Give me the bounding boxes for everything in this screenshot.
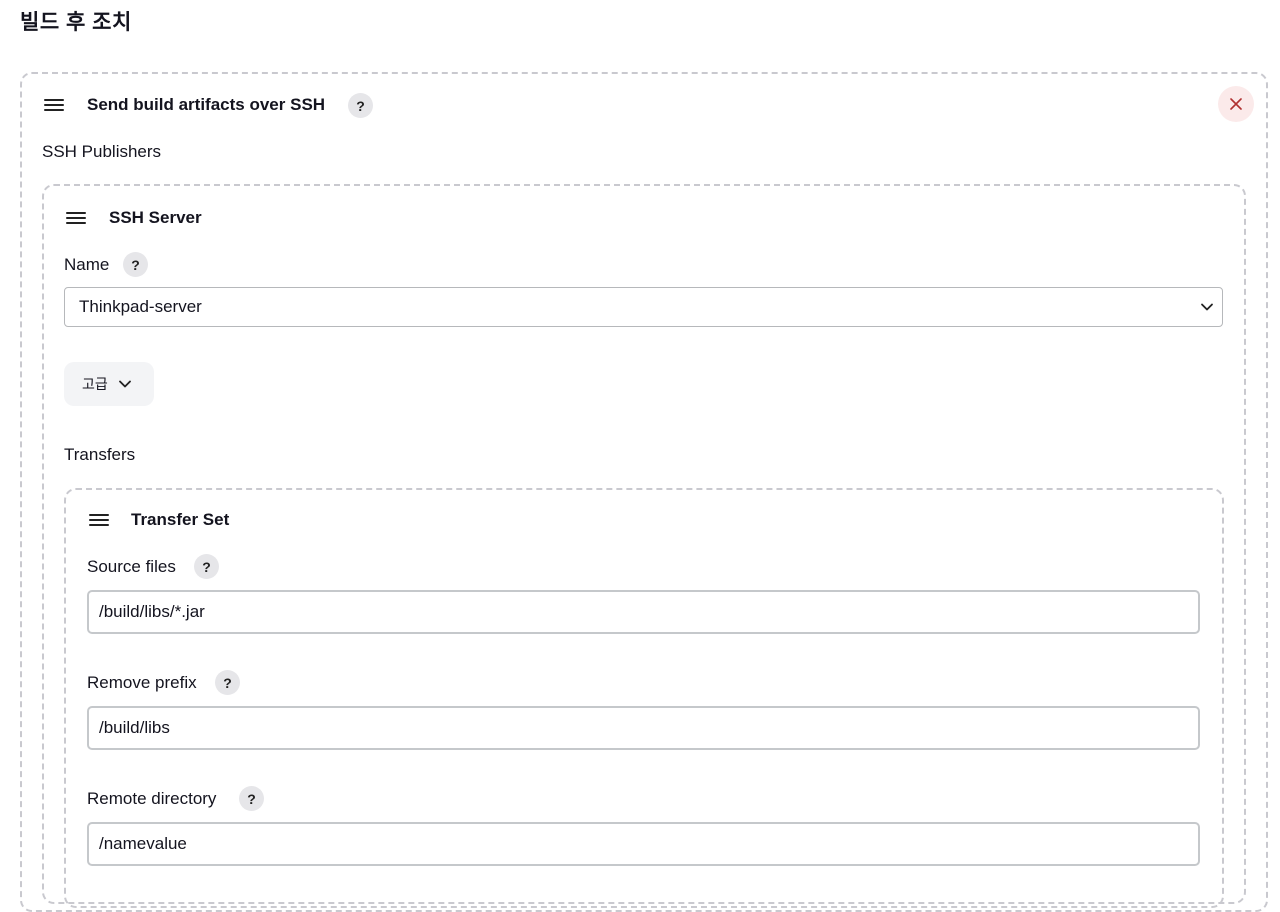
remote-directory-value: /namevalue <box>99 834 187 853</box>
ssh-publishers-label: SSH Publishers <box>42 142 162 161</box>
remote-directory-help-button[interactable]: ? <box>239 786 264 811</box>
source-files-value: /build/libs/*.jar <box>99 602 205 621</box>
name-label: Name <box>64 255 110 274</box>
remove-prefix-value: /build/libs <box>99 718 170 737</box>
drag-handle-icon[interactable] <box>89 514 109 526</box>
step-title: Send build artifacts over SSH <box>87 95 326 114</box>
server-name-value: Thinkpad-server <box>79 297 202 316</box>
remove-prefix-help-button[interactable]: ? <box>215 670 240 695</box>
ssh-server-title: SSH Server <box>109 208 202 227</box>
remote-directory-label: Remote directory <box>87 789 217 808</box>
source-files-help-button[interactable]: ? <box>194 554 219 579</box>
name-help-button[interactable]: ? <box>123 252 148 277</box>
server-name-select[interactable]: Thinkpad-server <box>64 287 1223 327</box>
remote-directory-input[interactable]: /namevalue <box>87 822 1200 866</box>
chevron-down-icon <box>1201 303 1213 311</box>
advanced-button[interactable]: 고급 <box>64 362 154 406</box>
transfer-set-title: Transfer Set <box>131 510 230 529</box>
drag-handle-icon[interactable] <box>44 99 64 111</box>
remove-prefix-input[interactable]: /build/libs <box>87 706 1200 750</box>
transfers-label: Transfers <box>64 445 136 464</box>
source-files-label: Source files <box>87 557 176 576</box>
section-title: 빌드 후 조치 <box>20 11 132 34</box>
source-files-input[interactable]: /build/libs/*.jar <box>87 590 1200 634</box>
close-icon <box>1230 98 1242 110</box>
chevron-down-icon <box>118 380 131 388</box>
step-help-button[interactable]: ? <box>348 93 373 118</box>
delete-step-button[interactable] <box>1218 86 1254 122</box>
advanced-label: 고급 <box>82 376 108 392</box>
drag-handle-icon[interactable] <box>66 212 86 224</box>
remove-prefix-label: Remove prefix <box>87 673 197 692</box>
